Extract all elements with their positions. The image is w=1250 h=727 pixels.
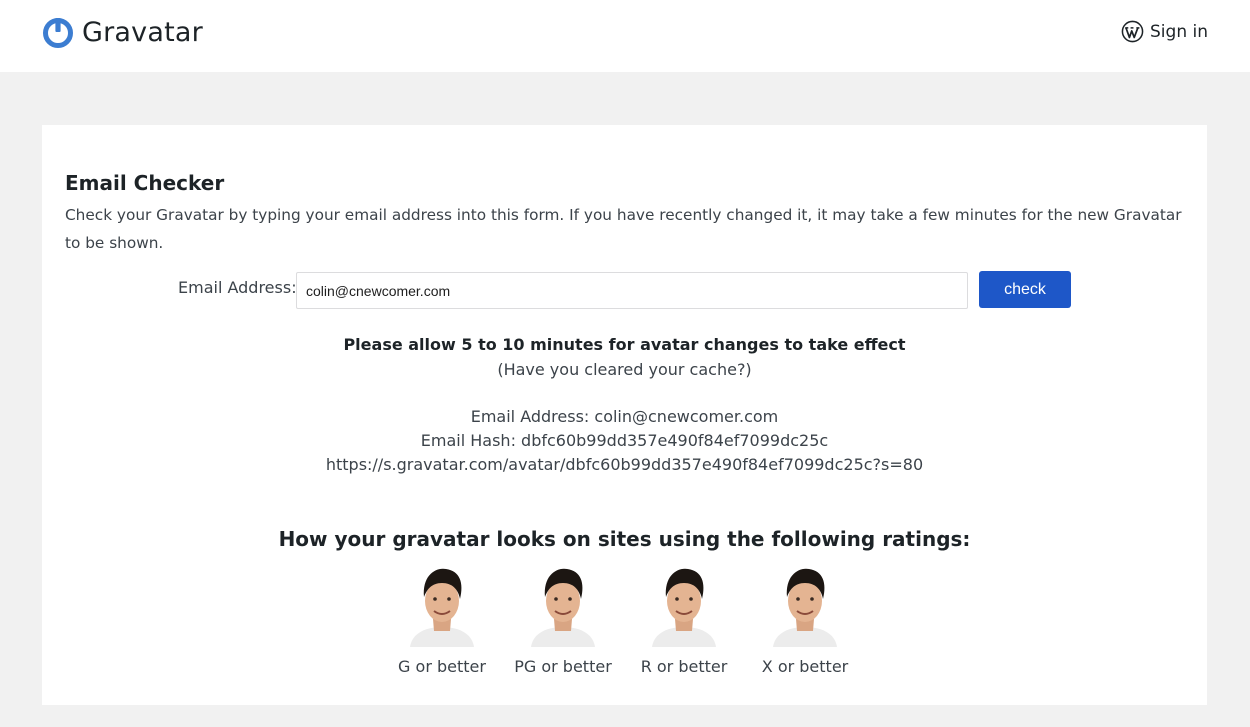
intro-text: Check your Gravatar by typing your email…	[65, 206, 1182, 252]
result-email-address: Email Address: colin@cnewcomer.com	[470, 407, 779, 426]
sign-in-label: Sign in	[1150, 21, 1208, 42]
top-bar: Gravatar Sign in	[0, 0, 1250, 72]
wordpress-icon	[1121, 20, 1144, 43]
brand-name: Gravatar	[82, 16, 203, 48]
result-email-hash: Email Hash: dbfc60b99dd357e490f84ef7099d…	[420, 431, 829, 450]
rating-r: R or better	[624, 561, 744, 676]
ratings-avatar-row: G or better PG or better R or better X o…	[395, 561, 855, 681]
sign-in-link[interactable]: Sign in	[1121, 20, 1208, 43]
rating-x: X or better	[745, 561, 865, 676]
avatar-photo-x	[773, 568, 837, 647]
email-address-label: Email Address:	[178, 278, 297, 297]
email-address-input[interactable]	[296, 272, 968, 309]
ratings-heading: How your gravatar looks on sites using t…	[278, 527, 971, 551]
rating-pg: PG or better	[503, 561, 623, 676]
avatar-photo-r	[652, 568, 716, 647]
page-title: Email Checker	[65, 171, 225, 195]
cache-hint: (Have you cleared your cache?)	[497, 360, 752, 379]
email-checker-card: Email Checker Check your Gravatar by typ…	[42, 125, 1207, 705]
rating-label-g: G or better	[398, 657, 486, 676]
rating-label-x: X or better	[761, 657, 849, 676]
rating-g: G or better	[382, 561, 502, 676]
result-avatar-url: https://s.gravatar.com/avatar/dbfc60b99d…	[325, 455, 924, 474]
gravatar-logo-icon	[43, 18, 73, 48]
avatar-change-notice: Please allow 5 to 10 minutes for avatar …	[343, 335, 906, 354]
rating-label-r: R or better	[640, 657, 728, 676]
avatar-photo-pg	[531, 568, 595, 647]
rating-label-pg: PG or better	[514, 657, 612, 676]
avatar-photo-g	[410, 568, 474, 647]
gravatar-home-link[interactable]: Gravatar	[42, 16, 203, 48]
check-button[interactable]: check	[979, 271, 1071, 308]
